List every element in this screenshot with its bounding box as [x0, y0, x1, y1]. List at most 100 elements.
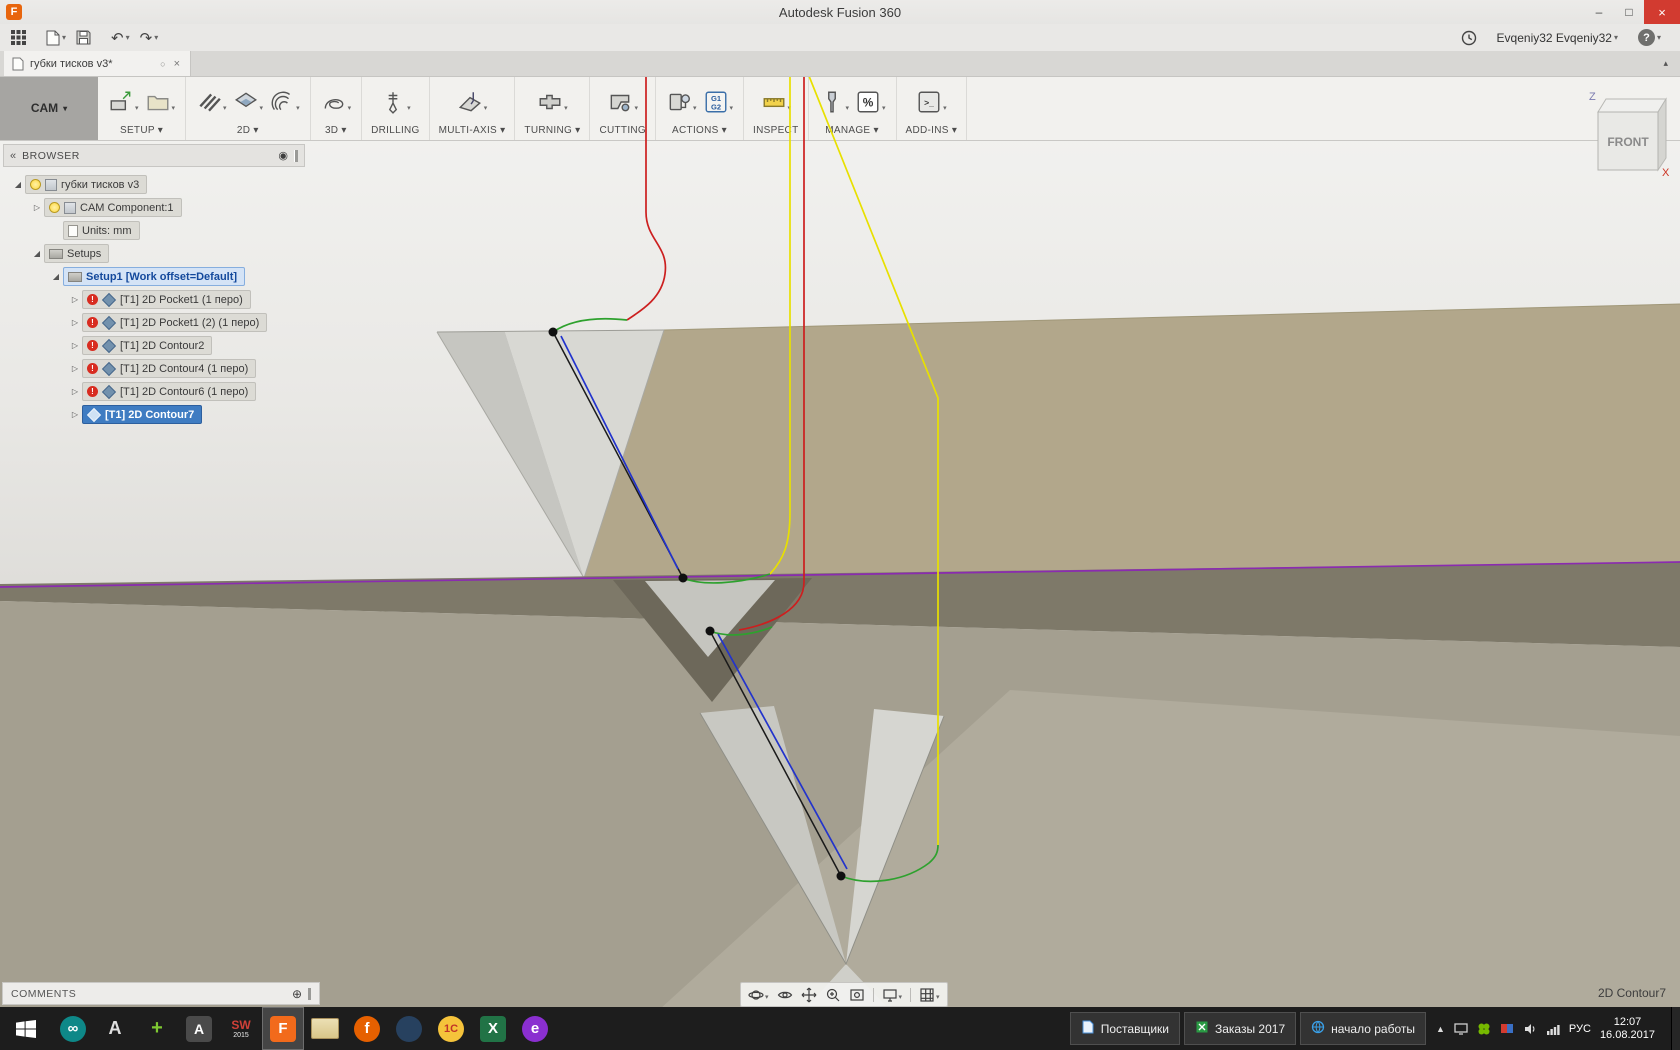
ribbon-group-label[interactable]: ADD-INS ▾ — [906, 122, 958, 136]
collapse-toolbar-icon[interactable]: ▴ — [1651, 58, 1680, 69]
document-tab-active[interactable]: губки тисков v3* ○ × — [4, 51, 191, 76]
taskbar-app-fusion-360[interactable]: F — [262, 1007, 304, 1050]
monitor-tray-icon[interactable] — [1454, 1022, 1468, 1036]
orbit-button[interactable]: ▾ — [745, 985, 772, 1005]
browser-row-setup1-work-offset-default-[interactable]: ◢ Setup1 [Work offset=Default] — [3, 265, 305, 288]
start-button[interactable] — [0, 1007, 52, 1050]
browser-item[interactable]: CAM Component:1 — [44, 198, 182, 217]
ribbon-tool-face-icon[interactable]: ▾ — [195, 88, 228, 116]
browser-row--t1-2d-contour6-1-перо-[interactable]: ▷! [T1] 2D Contour6 (1 перо) — [3, 380, 305, 403]
ribbon-tool-pocket-icon[interactable]: ▾ — [232, 88, 265, 116]
user-account-menu[interactable]: Evqeniy32 Evqeniy32 ▾ — [1492, 29, 1623, 47]
browser-row--t1-2d-contour4-1-перо-[interactable]: ▷! [T1] 2D Contour4 (1 перо) — [3, 357, 305, 380]
browser-item[interactable]: [T1] 2D Contour7 — [82, 405, 203, 424]
ribbon-group-label[interactable]: 3D ▾ — [320, 122, 353, 136]
browser-item[interactable]: губки тисков v3 — [25, 175, 148, 194]
language-indicator[interactable]: РУС — [1569, 1023, 1591, 1035]
display-settings-button[interactable]: ▾ — [879, 985, 906, 1005]
ribbon-tool-contour-icon[interactable]: ▾ — [268, 88, 301, 116]
ribbon-tool-addins-icon[interactable]: >_ ▾ — [915, 88, 948, 116]
browser-item[interactable]: ! [T1] 2D Contour2 — [82, 336, 213, 355]
ribbon-group-label[interactable]: SETUP ▾ — [107, 122, 176, 136]
job-status-button[interactable] — [1456, 28, 1482, 48]
taskbar-app-dark-browser[interactable] — [388, 1007, 430, 1050]
volume-tray-icon[interactable] — [1523, 1022, 1537, 1036]
collapsed-expander-icon[interactable]: ▷ — [68, 295, 82, 304]
help-menu-button[interactable]: ? ▾ — [1633, 27, 1666, 48]
ribbon-tool-folder-icon[interactable]: ▾ — [144, 88, 177, 116]
workspace-switcher[interactable]: CAM ▾ — [0, 76, 98, 140]
browser-row--t1-2d-pocket1-1-перо-[interactable]: ▷! [T1] 2D Pocket1 (1 перо) — [3, 288, 305, 311]
ribbon-group-label[interactable]: 2D ▾ — [195, 122, 301, 136]
hidden-icons-button[interactable]: ▲ — [1436, 1024, 1445, 1034]
ribbon-tool-setup-icon[interactable]: ▾ — [107, 88, 140, 116]
ribbon-tool-drill-icon[interactable]: ▾ — [379, 88, 412, 116]
browser-item[interactable]: ! [T1] 2D Pocket1 (2) (1 перо) — [82, 313, 268, 332]
flag-tray-icon[interactable] — [1500, 1022, 1514, 1036]
undo-button[interactable]: ↶ ▾ — [106, 27, 135, 49]
browser-item[interactable]: Units: mm — [63, 221, 140, 240]
ribbon-group-label[interactable]: CUTTING — [599, 122, 646, 136]
save-button[interactable] — [71, 28, 96, 47]
zoom-button[interactable] — [822, 985, 844, 1005]
browser-item[interactable]: ! [T1] 2D Contour6 (1 перо) — [82, 382, 257, 401]
expand-comments-icon[interactable]: ⊕ — [292, 987, 302, 1001]
ribbon-tool-postprocess-icon[interactable]: ▾ — [665, 88, 698, 116]
tab-close-icon[interactable]: × — [172, 58, 182, 70]
browser-row--t1-2d-pocket1-2-1-перо-[interactable]: ▷! [T1] 2D Pocket1 (2) (1 перо) — [3, 311, 305, 334]
taskbar-window-заказы-2017[interactable]: Заказы 2017 — [1183, 1012, 1297, 1045]
show-desktop-button[interactable] — [1671, 1007, 1680, 1050]
ribbon-group-label[interactable]: ACTIONS ▾ — [665, 122, 734, 136]
fit-button[interactable] — [846, 985, 868, 1005]
ribbon-group-label[interactable]: MULTI-AXIS ▾ — [439, 122, 506, 136]
redo-button[interactable]: ↷ ▾ — [135, 27, 164, 49]
browser-row-units-mm[interactable]: Units: mm — [3, 219, 305, 242]
comments-bar[interactable]: COMMENTS ⊕ — [2, 982, 320, 1005]
browser-item[interactable]: ! [T1] 2D Pocket1 (1 перо) — [82, 290, 251, 309]
ribbon-group-label[interactable]: MANAGE ▾ — [818, 122, 887, 136]
taskbar-app-solidworks[interactable]: SW 2015 — [220, 1007, 262, 1050]
taskbar-clock[interactable]: 12:07 16.08.2017 — [1600, 1016, 1661, 1042]
collapse-panel-icon[interactable]: « — [10, 150, 16, 162]
browser-item[interactable]: Setup1 [Work offset=Default] — [63, 267, 246, 286]
ribbon-tool-turning-icon[interactable]: ▾ — [536, 88, 569, 116]
taskbar-app-purple-e[interactable]: e — [514, 1007, 556, 1050]
browser-row--t1-2d-contour7[interactable]: ▷ [T1] 2D Contour7 — [3, 403, 305, 426]
taskbar-window-начало-работы[interactable]: начало работы — [1300, 1012, 1426, 1045]
gpu-tray-icon[interactable] — [1477, 1022, 1491, 1036]
taskbar-app-excel[interactable]: X — [472, 1007, 514, 1050]
maximize-button[interactable]: □ — [1614, 0, 1644, 24]
taskbar-window-поставщики[interactable]: Поставщики — [1069, 1012, 1180, 1045]
collapsed-expander-icon[interactable]: ▷ — [30, 203, 44, 212]
panel-grip[interactable] — [294, 149, 298, 162]
look-at-button[interactable] — [774, 985, 796, 1005]
ribbon-group-label[interactable]: DRILLING — [371, 122, 420, 136]
taskbar-app-green-tool[interactable]: + — [136, 1007, 178, 1050]
ribbon-group-label[interactable]: INSPECT — [753, 122, 798, 136]
browser-row-setups[interactable]: ◢ Setups — [3, 242, 305, 265]
minimize-button[interactable]: – — [1584, 0, 1614, 24]
pan-button[interactable] — [798, 985, 820, 1005]
ribbon-tool-percent-icon[interactable]: % ▾ — [854, 88, 887, 116]
comments-grip[interactable] — [308, 987, 311, 1000]
ribbon-tool-adaptive-icon[interactable]: ▾ — [320, 88, 353, 116]
browser-row--t1-2d-contour2[interactable]: ▷! [T1] 2D Contour2 — [3, 334, 305, 357]
collapsed-expander-icon[interactable]: ▷ — [68, 410, 82, 419]
browser-row-губки-тисков-v3[interactable]: ◢ губки тисков v3 — [3, 173, 305, 196]
app-grid-menu-button[interactable] — [6, 28, 31, 47]
taskbar-app-1c-enterprise[interactable]: 1С — [430, 1007, 472, 1050]
taskbar-app-cad-a[interactable]: A — [94, 1007, 136, 1050]
browser-item[interactable]: ! [T1] 2D Contour4 (1 перо) — [82, 359, 257, 378]
panel-options-icon[interactable]: ◉ — [278, 149, 288, 162]
ribbon-tool-cutting-icon[interactable]: ▾ — [606, 88, 639, 116]
taskbar-app-editor-a[interactable]: A — [178, 1007, 220, 1050]
browser-item[interactable]: Setups — [44, 244, 110, 263]
ribbon-tool-measure-icon[interactable]: ▾ — [760, 88, 793, 116]
taskbar-app-file-manager[interactable] — [304, 1007, 346, 1050]
expanded-expander-icon[interactable]: ◢ — [30, 249, 44, 258]
collapsed-expander-icon[interactable]: ▷ — [68, 364, 82, 373]
ribbon-group-label[interactable]: TURNING ▾ — [524, 122, 580, 136]
file-menu-button[interactable]: ▾ — [41, 28, 71, 48]
collapsed-expander-icon[interactable]: ▷ — [68, 387, 82, 396]
collapsed-expander-icon[interactable]: ▷ — [68, 341, 82, 350]
